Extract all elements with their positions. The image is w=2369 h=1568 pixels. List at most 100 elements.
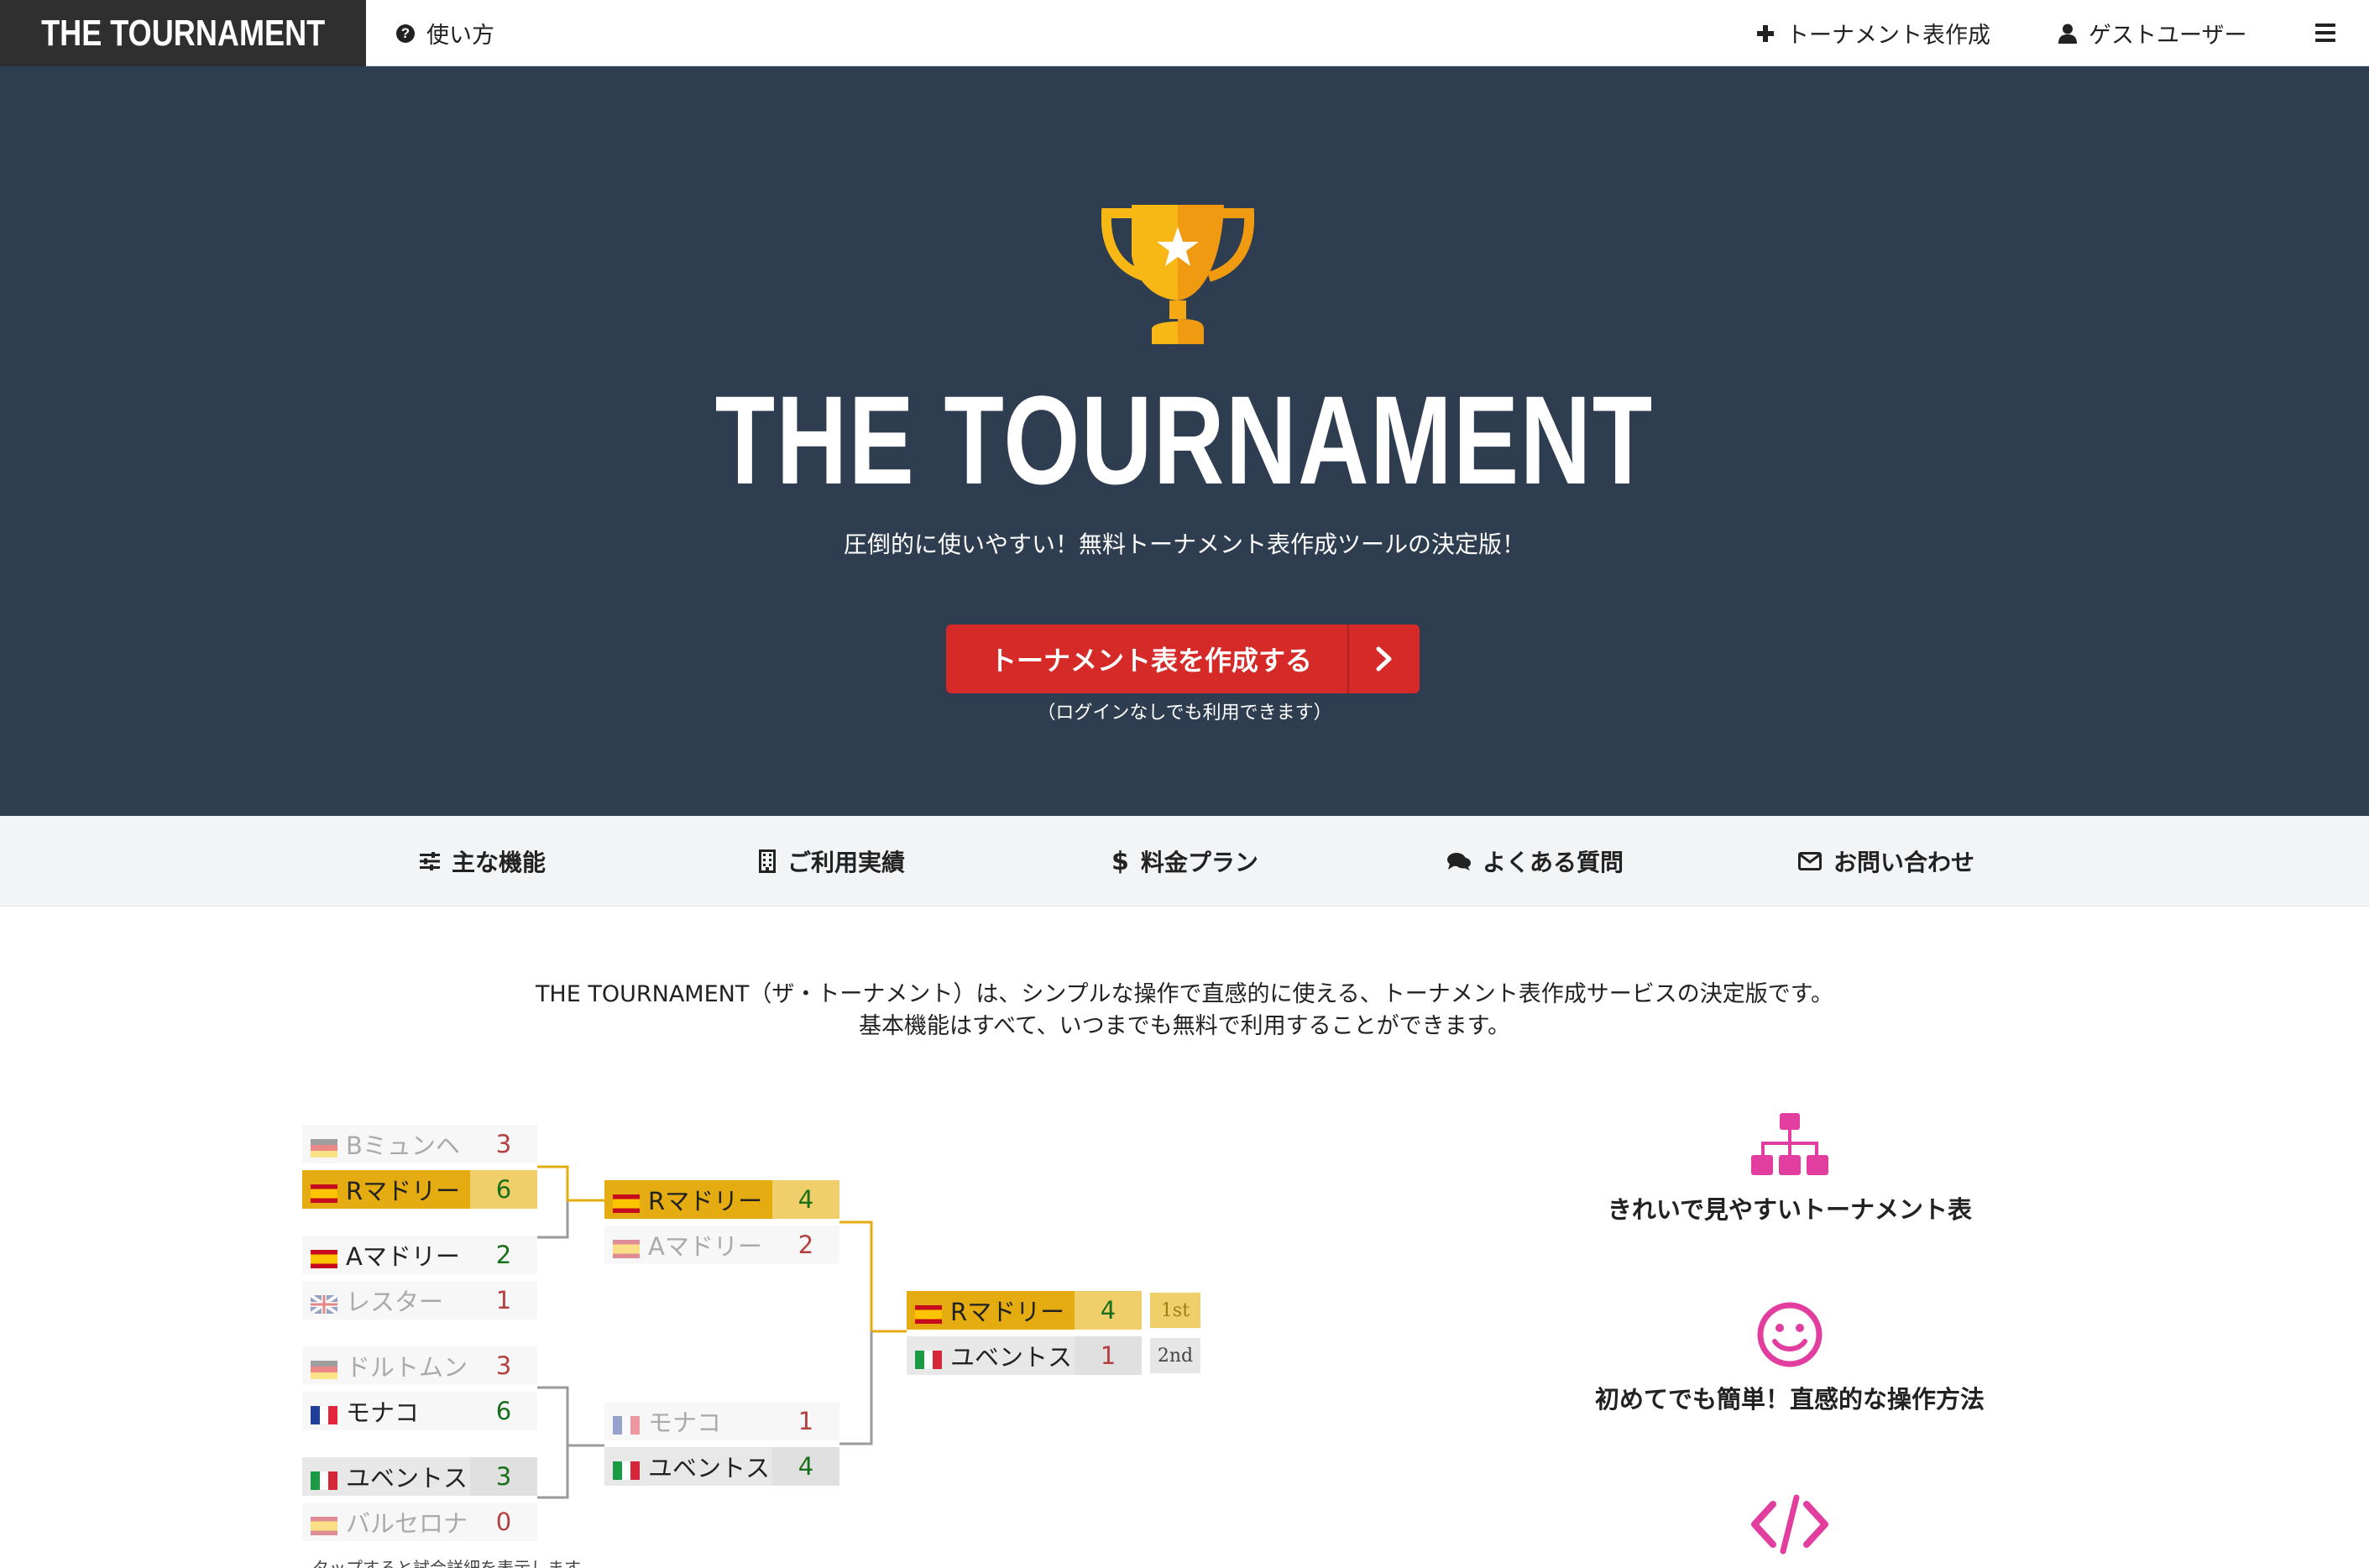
cta-note: （ログインなしでも利用できます） bbox=[1037, 703, 1332, 724]
create-tournament-label: トーナメント表作成 bbox=[1786, 23, 1990, 49]
help-link[interactable]: ? 使い方 bbox=[396, 0, 494, 66]
team-row[interactable]: ユベントス 1 bbox=[907, 1336, 1142, 1375]
feature-label: きれいで見やすいトーナメント表 bbox=[1607, 1195, 1973, 1224]
team-name: Rマドリー bbox=[950, 1298, 1065, 1326]
team-score: 2 bbox=[470, 1236, 537, 1274]
hamburger-menu-icon[interactable] bbox=[2315, 24, 2335, 42]
sliders-icon bbox=[420, 852, 440, 870]
uk-flag-icon bbox=[309, 1291, 339, 1315]
team-name: Rマドリー bbox=[648, 1187, 763, 1215]
team-name: ユベントス bbox=[950, 1343, 1073, 1372]
italy-flag-icon bbox=[613, 1457, 640, 1480]
team-name: モナコ bbox=[346, 1398, 420, 1427]
team-row[interactable]: Rマドリー 4 bbox=[604, 1180, 839, 1219]
team-name: バルセロナ bbox=[346, 1509, 468, 1538]
code-icon bbox=[1751, 1494, 1828, 1555]
section-nav-pricing[interactable]: $ 料金プラン bbox=[1111, 816, 1258, 907]
team-score: 1 bbox=[470, 1281, 537, 1320]
section-nav-label: 主な機能 bbox=[452, 849, 546, 876]
team-row[interactable]: Rマドリー 4 bbox=[907, 1291, 1142, 1330]
spain-flag-icon bbox=[311, 1513, 337, 1535]
spain-flag-icon bbox=[311, 1180, 337, 1203]
rank-badge-second: 2nd bbox=[1150, 1338, 1200, 1373]
team-name: レスター bbox=[346, 1288, 444, 1316]
intro-line-1: THE TOURNAMENT（ザ・トーナメント）は、シンプルな操作で直感的に使え… bbox=[535, 981, 1834, 1007]
spain-flag-icon bbox=[311, 1246, 337, 1268]
italy-flag-icon bbox=[915, 1346, 942, 1369]
hero-subtitle: 圧倒的に使いやすい！無料トーナメント表作成ツールの決定版！ bbox=[843, 531, 1525, 558]
team-row[interactable]: ユベントス 3 bbox=[302, 1457, 537, 1496]
team-row[interactable]: バルセロナ 0 bbox=[302, 1503, 537, 1541]
section-nav-faq[interactable]: よくある質問 bbox=[1447, 816, 1624, 907]
team-row[interactable]: Aマドリー 2 bbox=[604, 1226, 839, 1264]
section-nav-label: よくある質問 bbox=[1483, 849, 1624, 876]
team-row[interactable]: Bミュンヘ 3 bbox=[302, 1125, 537, 1163]
team-score: 4 bbox=[772, 1447, 839, 1486]
team-row[interactable]: ユベントス 4 bbox=[604, 1447, 839, 1486]
team-name: Bミュンヘ bbox=[346, 1132, 460, 1160]
team-score: 3 bbox=[470, 1346, 537, 1385]
trophy-icon bbox=[1101, 205, 1254, 344]
create-tournament-button[interactable]: トーナメント表を作成する bbox=[946, 625, 1420, 693]
team-row[interactable]: Aマドリー 2 bbox=[302, 1236, 537, 1274]
brand-text[interactable]: THE TOURNAMENT bbox=[41, 13, 325, 55]
team-name: Aマドリー bbox=[346, 1242, 460, 1271]
spain-flag-icon bbox=[915, 1301, 942, 1324]
team-name: ユベントス bbox=[648, 1454, 771, 1482]
create-tournament-button-label: トーナメント表を作成する bbox=[989, 645, 1312, 677]
feature-label: 初めてでも簡単！直感的な操作方法 bbox=[1594, 1385, 1985, 1414]
team-score: 0 bbox=[470, 1503, 537, 1541]
section-nav-label: ご利用実績 bbox=[787, 849, 906, 876]
team-name: ユベントス bbox=[346, 1464, 468, 1492]
france-flag-icon bbox=[311, 1402, 337, 1424]
team-score: 1 bbox=[1075, 1336, 1142, 1375]
section-nav-label: お問い合わせ bbox=[1833, 849, 1975, 876]
brand-logo[interactable]: THE TOURNAMENT bbox=[0, 0, 366, 66]
team-row[interactable]: モナコ 6 bbox=[302, 1392, 537, 1430]
user-icon bbox=[2058, 24, 2077, 44]
chevron-right-icon bbox=[1347, 625, 1420, 693]
team-row[interactable]: モナコ 1 bbox=[604, 1402, 839, 1440]
rank-badge-first: 1st bbox=[1150, 1293, 1200, 1328]
intro-line-2: 基本機能はすべて、いつまでも無料で利用することができます。 bbox=[859, 1013, 1510, 1039]
feature-bracket: きれいで見やすいトーナメント表 bbox=[1538, 1113, 2042, 1226]
dollar-icon: $ bbox=[1111, 846, 1129, 876]
building-icon bbox=[759, 849, 776, 873]
team-score: 3 bbox=[470, 1125, 537, 1163]
section-nav: 主な機能 ご利用実績 $ 料金プラン よくある質問 お問い合わせ bbox=[0, 816, 2369, 907]
team-name: Rマドリー bbox=[346, 1177, 461, 1205]
germany-flag-icon bbox=[311, 1356, 337, 1379]
smile-icon bbox=[1757, 1302, 1823, 1367]
team-name: Aマドリー bbox=[648, 1232, 762, 1261]
team-score: 6 bbox=[470, 1170, 537, 1209]
top-navbar: THE TOURNAMENT ? 使い方 トーナメント表作成 ゲストユーザー bbox=[0, 0, 2369, 66]
team-score: 3 bbox=[470, 1457, 537, 1496]
team-name: ドルトムン bbox=[346, 1353, 468, 1382]
help-label: 使い方 bbox=[426, 23, 494, 49]
intro-text: THE TOURNAMENT（ザ・トーナメント）は、シンプルな操作で直感的に使え… bbox=[0, 979, 2369, 1043]
team-name: モナコ bbox=[648, 1409, 722, 1437]
feature-embed bbox=[1538, 1494, 2042, 1558]
hero-section: THE TOURNAMENT 圧倒的に使いやすい！無料トーナメント表作成ツールの… bbox=[0, 66, 2369, 816]
user-label: ゲストユーザー bbox=[2089, 23, 2247, 49]
team-score: 2 bbox=[772, 1226, 839, 1264]
section-nav-features[interactable]: 主な機能 bbox=[420, 816, 546, 907]
hero-title: THE TOURNAMENT bbox=[714, 369, 1655, 510]
team-row[interactable]: ドルトムン 3 bbox=[302, 1346, 537, 1385]
team-score: 4 bbox=[772, 1180, 839, 1219]
section-nav-contact[interactable]: お問い合わせ bbox=[1798, 816, 1974, 907]
user-menu[interactable]: ゲストユーザー bbox=[2058, 0, 2246, 66]
plus-icon bbox=[1756, 24, 1775, 43]
italy-flag-icon bbox=[311, 1467, 337, 1490]
team-row[interactable]: Rマドリー 6 bbox=[302, 1170, 537, 1209]
bracket-note: タップすると試合詳細を表示します bbox=[312, 1558, 581, 1568]
question-circle-icon: ? bbox=[396, 24, 415, 43]
sitemap-icon bbox=[1751, 1113, 1828, 1175]
spain-flag-icon bbox=[613, 1236, 640, 1258]
create-tournament-link[interactable]: トーナメント表作成 bbox=[1756, 0, 1990, 66]
team-row[interactable]: レスター 1 bbox=[302, 1281, 537, 1320]
feature-easy: 初めてでも簡単！直感的な操作方法 bbox=[1538, 1301, 2042, 1415]
section-nav-results[interactable]: ご利用実績 bbox=[759, 816, 905, 907]
team-score: 1 bbox=[772, 1402, 839, 1440]
section-nav-label: 料金プラン bbox=[1140, 849, 1258, 876]
